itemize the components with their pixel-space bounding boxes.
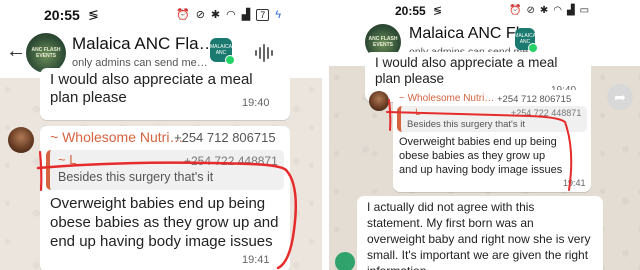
signal-icon: ▟ [241,9,251,21]
message-text-line: and up having body image issues [399,164,563,176]
status-icons: ⏰ ⊘ ✱ ◠ ▟ 7 ϟ [176,8,281,21]
message-text: plan please [50,89,127,106]
status-icons: ⏰ ⊘ ✱ ◠ ▟ ▭ [509,5,589,16]
back-arrow-icon[interactable]: ← [6,40,26,63]
message-text-line: information [367,264,426,270]
chat-area: I would also appreciate a meal plan plea… [0,68,322,270]
group-avatar[interactable]: ANC FLASH EVENTS [26,33,66,73]
forward-icon[interactable]: ➦ [607,84,633,110]
quoted-message[interactable]: ~ L +254 722 448871 Besides this surgery… [397,106,587,132]
quoted-sender: ~ L [407,107,421,118]
status-bar: 20:55 ≶ ⏰ ⊘ ✱ ◠ ▟ ▭ [329,0,640,22]
message-time: 19:40 [242,97,270,109]
sender-name[interactable]: ~ Wholesome Nutri… [50,129,183,145]
notification-icon: ≶ [88,7,99,22]
status-bar: 20:55 ≶ ⏰ ⊘ ✱ ◠ ▟ 7 ϟ [0,0,322,30]
quoted-text: Besides this surgery that's it [58,170,214,184]
battery-icon: ▭ [579,5,590,16]
message-text-line: Overweight babies end up being [50,195,266,212]
wifi-icon: ◠ [553,5,562,16]
message-text-line: small. It's important we are given the r… [367,248,589,262]
audio-wave-icon[interactable] [255,44,273,62]
message-text-line: obese babies as they grow up and [50,214,279,231]
silent-icon: ⊘ [526,5,535,16]
message-text-line: obese babies as they grow up [399,150,546,162]
message-bubble[interactable]: I actually did not agree with this state… [357,196,603,270]
sender-name[interactable]: ~ Wholesome Nutri… [399,93,494,104]
bluetooth-icon: ✱ [539,5,549,16]
quoted-sender: ~ L [58,152,77,167]
notification-icon: ≶ [433,5,443,17]
sender-avatar[interactable] [8,127,34,153]
alarm-icon: ⏰ [176,9,190,21]
quoted-phone: +254 722 448871 [184,154,278,168]
message-text: I would also appreciate a meal [375,55,558,70]
message-text-line: overweight baby and right now she is ver… [367,232,591,246]
group-name[interactable]: Malaica ANC Fla… [72,34,216,54]
message-text-line: end up having body image issues [50,233,273,250]
message-bubble[interactable]: I would also appreciate a meal plan plea… [40,68,290,120]
quoted-text: Besides this surgery that's it [407,119,525,130]
message-text-line: I actually did not agree with this [367,200,535,214]
sender-avatar-small[interactable] [335,252,355,270]
sender-avatar[interactable] [369,91,389,111]
message-time: 19:41 [563,178,586,188]
silent-icon: ⊘ [195,9,205,21]
status-time: 20:55 [395,4,426,18]
bluetooth-icon: ✱ [210,9,221,21]
status-time: 20:55 [44,7,80,23]
app-badge-icon: MALAICA ANC [514,28,538,53]
message-bubble[interactable]: ~ Wholesome Nutri… +254 712 806715 ~ L +… [393,90,591,192]
signal-icon: ▟ [566,5,575,16]
message-text: I would also appreciate a meal [50,71,253,88]
alarm-icon: ⏰ [509,5,522,16]
quoted-message[interactable]: ~ L +254 722 448871 Besides this surgery… [46,150,284,190]
message-text: plan please [375,71,445,86]
message-time: 19:41 [242,254,270,266]
sender-phone: +254 712 806715 [497,94,572,105]
group-name[interactable]: Malaica ANC Fla [409,25,528,43]
message-text-line: statement. My first born was an [367,216,534,230]
right-screenshot: 20:55 ≶ ⏰ ⊘ ✱ ◠ ▟ ▭ ANC FLASH EVENTS Mal… [329,0,640,270]
wifi-icon: ◠ [226,9,236,21]
charging-icon: ϟ [275,8,282,21]
sender-phone: +254 712 806715 [174,130,276,145]
message-text-line: Overweight babies end up being [399,136,557,148]
left-screenshot: 20:55 ≶ ⏰ ⊘ ✱ ◠ ▟ 7 ϟ ← ANC FLASH EVENTS… [0,0,322,270]
message-bubble[interactable]: ~ Wholesome Nutri… +254 712 806715 ~ L +… [40,126,290,270]
chat-area: I would also appreciate a meal plan plea… [329,52,640,270]
battery-icon: 7 [256,8,270,21]
quoted-phone: +254 722 448871 [511,108,582,118]
app-badge-icon: MALAICA ANC [210,38,235,65]
